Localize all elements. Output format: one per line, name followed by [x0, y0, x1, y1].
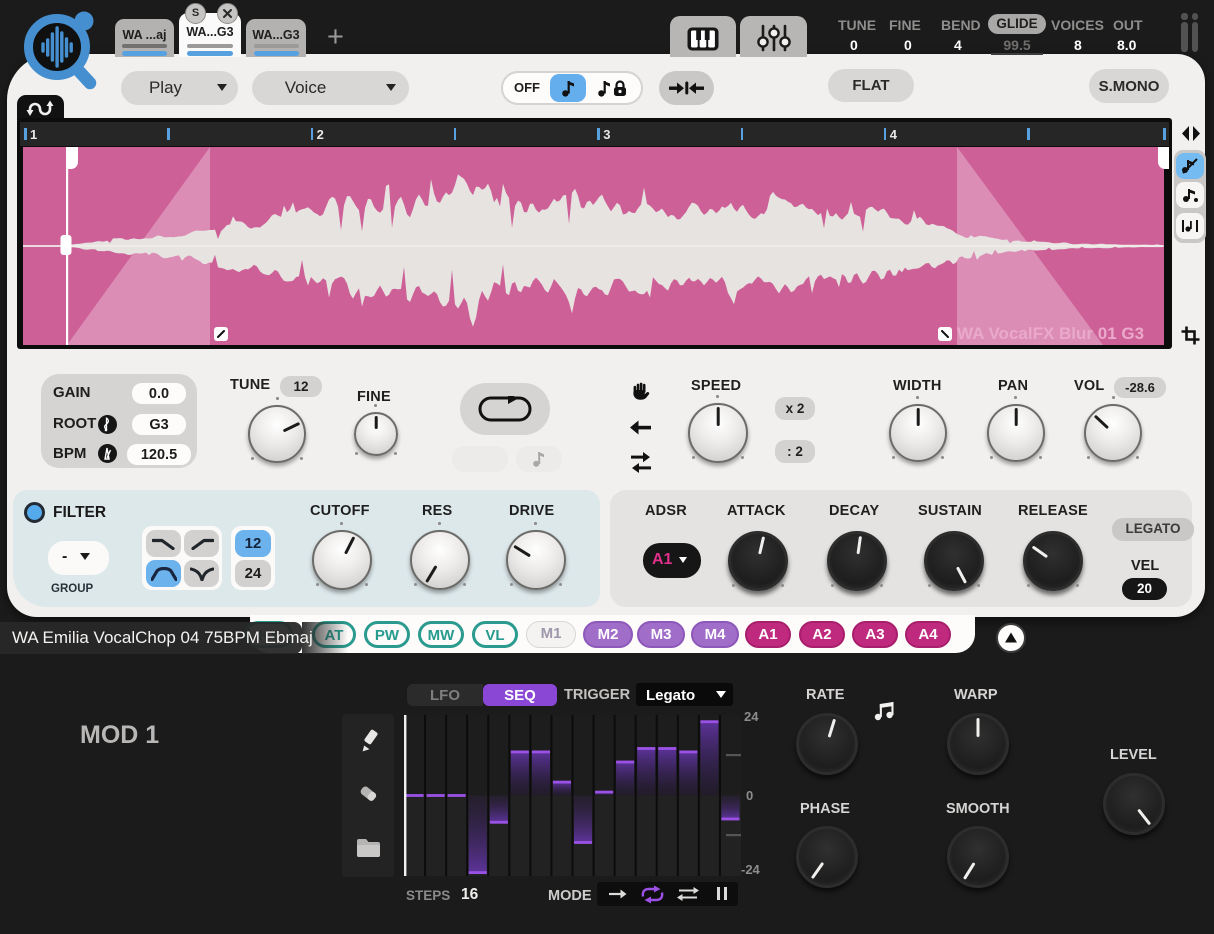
- svg-text:WA VocalFX Blur 01 G3: WA VocalFX Blur 01 G3: [957, 324, 1144, 343]
